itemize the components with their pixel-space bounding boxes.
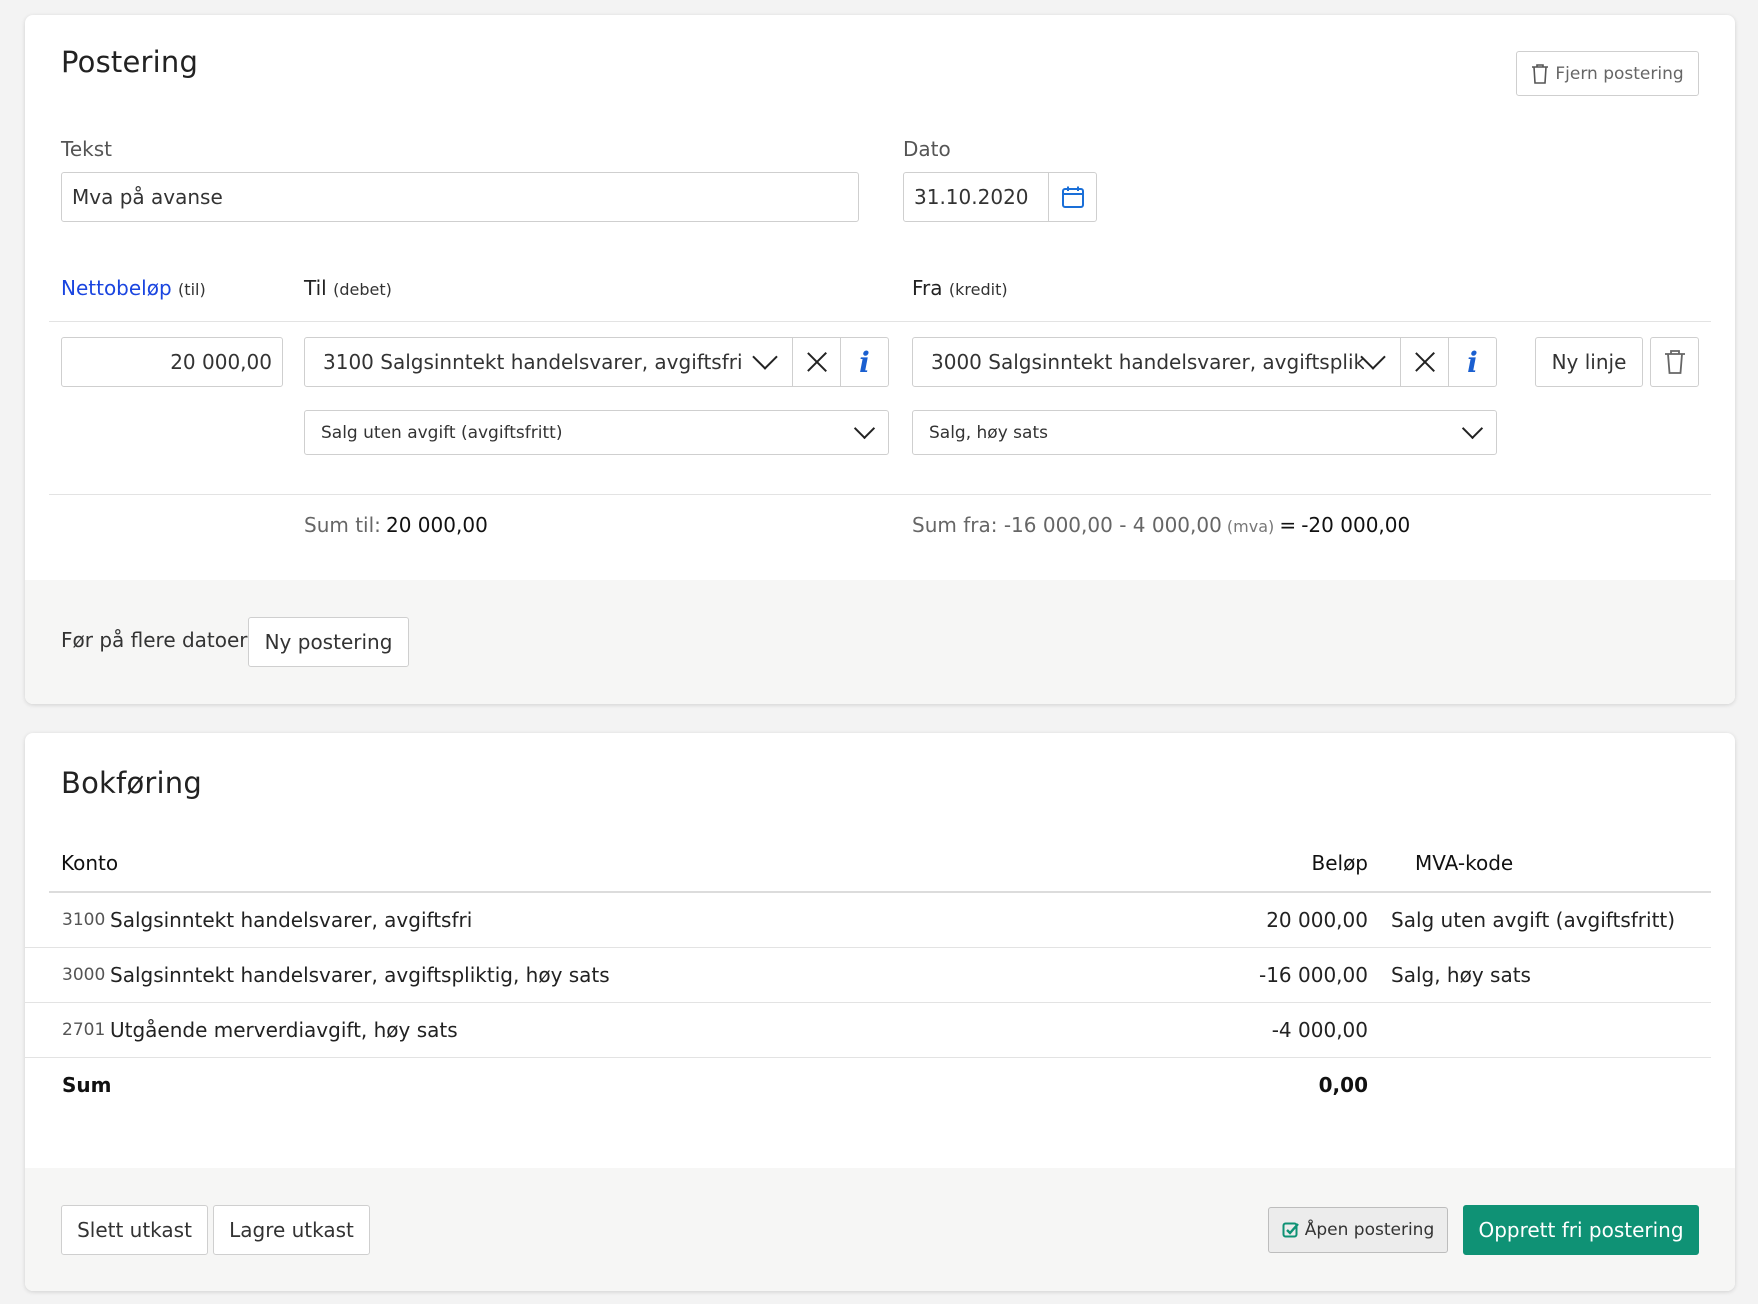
close-icon — [806, 351, 828, 373]
til-account-value: 3100 Salgsinntekt handelsvarer, avgiftsf… — [323, 350, 743, 374]
amount-value: 20 000,00 — [170, 350, 272, 374]
trash-icon — [1664, 350, 1685, 374]
sum-til-value: 20 000,00 — [386, 513, 488, 537]
sum-label: Sum — [62, 1073, 112, 1097]
row-mva: Salg uten avgift (avgiftsfritt) — [1391, 908, 1676, 932]
dato-label: Dato — [903, 137, 951, 161]
calendar-icon — [1061, 186, 1084, 208]
sum-value: 0,00 — [1318, 1073, 1368, 1097]
til-vat-value: Salg uten avgift (avgiftsfritt) — [321, 422, 563, 443]
fra-info-button[interactable]: i — [1448, 338, 1496, 386]
account-number: 3000 — [62, 965, 106, 985]
calendar-button[interactable] — [1048, 173, 1096, 221]
row-amount: 20 000,00 — [1266, 908, 1368, 932]
row-amount: -4 000,00 — [1271, 1018, 1368, 1042]
amount-input[interactable]: 20 000,00 — [61, 337, 283, 387]
close-icon — [1414, 351, 1436, 373]
til-header: Til (debet) — [304, 276, 392, 300]
create-posting-label: Opprett fri postering — [1478, 1218, 1684, 1242]
clear-til-button[interactable] — [792, 338, 840, 386]
header-divider — [49, 321, 1711, 322]
netto-header-sub: (til) — [178, 280, 206, 299]
fra-header: Fra (kredit) — [912, 276, 1008, 300]
account-number: 3100 — [62, 910, 106, 930]
delete-line-button[interactable] — [1650, 337, 1699, 387]
info-icon: i — [859, 345, 870, 379]
new-line-label: Ny linje — [1551, 350, 1627, 374]
konto-header: Konto — [61, 851, 119, 875]
til-info-button[interactable]: i — [840, 338, 888, 386]
table-row: 3100 Salgsinntekt handelsvarer, avgiftsf… — [25, 893, 1711, 948]
save-draft-button[interactable]: Lagre utkast — [213, 1205, 370, 1255]
table-row: 2701 Utgående merverdiavgift, høy sats -… — [25, 1003, 1711, 1058]
fra-header-label: Fra — [912, 276, 943, 300]
dato-value: 31.10.2020 — [914, 185, 1029, 209]
belop-header: Beløp — [1311, 851, 1368, 875]
tekst-input[interactable]: Mva på avanse — [61, 172, 859, 222]
sum-fra-label: Sum fra: -16 000,00 - 4 000,00 — [912, 513, 1222, 537]
account-name: Utgående merverdiavgift, høy sats — [110, 1018, 458, 1042]
bokforing-card: Bokføring Konto Beløp MVA-kode 3100 Salg… — [25, 733, 1735, 1291]
fra-vat-value: Salg, høy sats — [929, 422, 1048, 443]
til-header-label: Til — [304, 276, 327, 300]
fra-account-select[interactable]: 3000 Salgsinntekt handelsvarer, avgiftsp… — [912, 337, 1497, 387]
postering-card: Postering Fjern postering Tekst Mva på a… — [25, 15, 1735, 704]
account-name: Salgsinntekt handelsvarer, avgiftsplikti… — [110, 963, 610, 987]
sum-row: Sum 0,00 — [25, 1058, 1711, 1113]
sum-fra-mva: (mva) — [1226, 517, 1275, 536]
open-posting-label: Åpen postering — [1304, 1220, 1435, 1240]
chevron-down-icon[interactable] — [752, 344, 778, 370]
delete-draft-button[interactable]: Slett utkast — [61, 1205, 208, 1255]
sum-fra-eq: = — [1279, 513, 1297, 537]
postering-title: Postering — [61, 45, 199, 79]
info-icon: i — [1467, 345, 1478, 379]
fra-vat-select[interactable]: Salg, høy sats — [912, 410, 1497, 455]
netto-header: Nettobeløp (til) — [61, 276, 206, 300]
row-amount: -16 000,00 — [1258, 963, 1368, 987]
til-header-sub: (debet) — [333, 280, 392, 299]
sum-til: Sum til: 20 000,00 — [304, 513, 488, 537]
multi-date-label: Før på flere datoer: — [61, 628, 254, 652]
chevron-down-icon[interactable] — [853, 417, 876, 440]
new-posting-label: Ny postering — [264, 630, 393, 654]
table-row: 3000 Salgsinntekt handelsvarer, avgiftsp… — [25, 948, 1711, 1003]
sum-fra-value: -20 000,00 — [1301, 513, 1411, 537]
fra-header-sub: (kredit) — [948, 280, 1008, 299]
sum-fra: Sum fra: -16 000,00 - 4 000,00 (mva) = -… — [912, 513, 1410, 537]
tekst-label: Tekst — [61, 137, 112, 161]
chevron-down-icon[interactable] — [1360, 344, 1386, 370]
netto-header-label[interactable]: Nettobeløp — [61, 276, 172, 300]
new-posting-button[interactable]: Ny postering — [248, 617, 409, 667]
sum-divider — [49, 494, 1711, 495]
open-posting-toggle[interactable]: Åpen postering — [1268, 1207, 1448, 1253]
trash-icon — [1532, 63, 1549, 84]
dato-field[interactable]: 31.10.2020 — [903, 172, 1097, 222]
row-mva: Salg, høy sats — [1391, 963, 1531, 987]
sum-til-label: Sum til: — [304, 513, 381, 537]
create-posting-button[interactable]: Opprett fri postering — [1463, 1205, 1699, 1255]
checkbox-checked-icon — [1282, 1222, 1299, 1238]
account-name: Salgsinntekt handelsvarer, avgiftsfri — [110, 908, 473, 932]
mva-header: MVA-kode — [1415, 851, 1514, 875]
clear-fra-button[interactable] — [1400, 338, 1448, 386]
til-account-select[interactable]: 3100 Salgsinntekt handelsvarer, avgiftsf… — [304, 337, 889, 387]
remove-posting-button[interactable]: Fjern postering — [1516, 51, 1699, 96]
til-vat-select[interactable]: Salg uten avgift (avgiftsfritt) — [304, 410, 889, 455]
remove-posting-label: Fjern postering — [1555, 63, 1684, 84]
tekst-value: Mva på avanse — [72, 185, 223, 209]
account-number: 2701 — [62, 1020, 106, 1040]
fra-account-value: 3000 Salgsinntekt handelsvarer, avgiftsp… — [931, 350, 1364, 374]
delete-draft-label: Slett utkast — [77, 1218, 192, 1242]
bokforing-title: Bokføring — [61, 766, 202, 800]
save-draft-label: Lagre utkast — [229, 1218, 354, 1242]
new-line-button[interactable]: Ny linje — [1535, 337, 1643, 387]
postering-footer: Før på flere datoer: Ny postering — [25, 580, 1735, 704]
chevron-down-icon[interactable] — [1461, 417, 1484, 440]
bokforing-footer: Slett utkast Lagre utkast Åpen postering… — [25, 1168, 1735, 1291]
